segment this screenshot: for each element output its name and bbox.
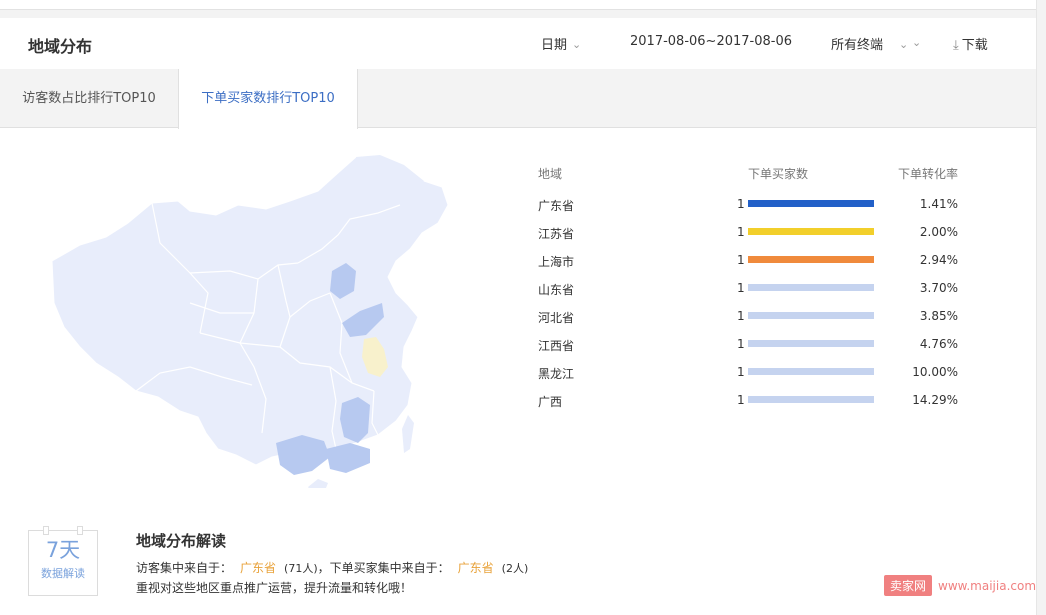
download-icon: ⤓ bbox=[953, 38, 959, 53]
tab-visitor-share-top10[interactable]: 访客数占比排行TOP10 bbox=[0, 69, 178, 128]
map-region-taiwan bbox=[402, 415, 414, 453]
row-bar bbox=[748, 312, 874, 319]
row-bar bbox=[748, 256, 874, 263]
row-bar bbox=[748, 284, 874, 291]
row-region-name: 江西省 bbox=[538, 339, 575, 353]
watermark-logo: 卖家网 bbox=[884, 575, 933, 596]
row-region-name: 江苏省 bbox=[538, 227, 575, 241]
page-title: 地域分布 bbox=[28, 37, 93, 56]
row-buyer-count: 1 bbox=[737, 309, 745, 323]
row-bar bbox=[748, 228, 874, 235]
download-button[interactable]: ⤓ 下载 bbox=[953, 34, 988, 53]
chevron-down-icon: ⌄ bbox=[572, 38, 582, 51]
chevron-down-icon[interactable]: ⌄ bbox=[912, 36, 921, 49]
row-buyer-count: 1 bbox=[737, 365, 745, 379]
row-region-name: 黑龙江 bbox=[538, 367, 575, 381]
row-buyer-count: 1 bbox=[737, 197, 745, 211]
watermark-url: www.maijia.com bbox=[938, 579, 1037, 593]
row-conversion-rate: 14.29% bbox=[912, 393, 958, 407]
badge-days: 7天 bbox=[45, 538, 81, 562]
map-region-hainan bbox=[308, 479, 328, 488]
seven-day-badge: 7天 数据解读 bbox=[28, 526, 98, 596]
row-bar bbox=[748, 340, 874, 347]
column-header-conversion-rate: 下单转化率 bbox=[898, 167, 959, 181]
table-row: 江苏省 1 2.00% bbox=[0, 225, 1036, 245]
insight-summary: 访客集中来自于： 广东省 (71人)，下单买家集中来自于： 广东省 (2人) bbox=[136, 559, 528, 576]
table-row: 上海市 1 2.94% bbox=[0, 253, 1036, 273]
table-row: 黑龙江 1 10.00% bbox=[0, 365, 1036, 385]
table-row: 广东省 1 1.41% bbox=[0, 197, 1036, 217]
row-bar bbox=[748, 200, 874, 207]
row-conversion-rate: 1.41% bbox=[919, 197, 958, 211]
panel-header: 地域分布 日期 ⌄ 2017-08-06~2017-08-06 所有终端 ⌄ ⌄ ⤓… bbox=[0, 18, 1036, 69]
column-header-region: 地域 bbox=[538, 167, 563, 181]
row-conversion-rate: 10.00% bbox=[912, 365, 958, 379]
row-conversion-rate: 3.85% bbox=[919, 309, 958, 323]
row-bar bbox=[748, 396, 874, 403]
row-conversion-rate: 2.00% bbox=[919, 225, 958, 239]
row-conversion-rate: 4.76% bbox=[919, 337, 958, 351]
row-conversion-rate: 2.94% bbox=[919, 253, 958, 267]
insight-title: 地域分布解读 bbox=[136, 532, 227, 550]
badge-caption: 数据解读 bbox=[41, 567, 85, 580]
tab-bar: 访客数占比排行TOP10 下单买家数排行TOP10 bbox=[0, 69, 1036, 129]
row-buyer-count: 1 bbox=[737, 253, 745, 267]
date-range: 2017-08-06~2017-08-06 bbox=[630, 34, 792, 49]
table-row: 山东省 1 3.70% bbox=[0, 281, 1036, 301]
badge-clip bbox=[43, 526, 49, 535]
download-label: 下载 bbox=[961, 38, 988, 53]
terminal-label: 所有终端 bbox=[831, 38, 884, 53]
table-row: 江西省 1 4.76% bbox=[0, 337, 1036, 357]
tab-buyer-count-top10[interactable]: 下单买家数排行TOP10 bbox=[178, 69, 358, 129]
row-bar bbox=[748, 368, 874, 375]
buyers-region: 广东省 bbox=[457, 561, 494, 575]
date-selector[interactable]: 日期 ⌄ bbox=[541, 34, 581, 53]
watermark: 卖家网 www.maijia.com bbox=[884, 575, 1036, 597]
right-gutter bbox=[1036, 0, 1046, 615]
map-region-guangxi bbox=[276, 435, 330, 475]
row-region-name: 广西 bbox=[538, 395, 563, 409]
row-region-name: 山东省 bbox=[538, 283, 575, 297]
row-buyer-count: 1 bbox=[737, 281, 745, 295]
buyers-prefix: ，下单买家集中来自于： bbox=[317, 561, 450, 575]
table-row: 河北省 1 3.85% bbox=[0, 309, 1036, 329]
row-region-name: 河北省 bbox=[538, 311, 575, 325]
row-region-name: 广东省 bbox=[538, 199, 575, 213]
buyers-count: (2人) bbox=[501, 562, 529, 575]
visitors-prefix: 访客集中来自于： bbox=[136, 561, 233, 575]
visitors-count: (71人) bbox=[284, 562, 318, 575]
column-header-buyers: 下单买家数 bbox=[748, 167, 809, 181]
region-panel: 地域分布 日期 ⌄ 2017-08-06~2017-08-06 所有终端 ⌄ ⌄ ⤓… bbox=[0, 18, 1036, 615]
row-conversion-rate: 3.70% bbox=[919, 281, 958, 295]
badge-clip bbox=[77, 526, 83, 535]
table-row: 广西 1 14.29% bbox=[0, 393, 1036, 413]
map-region-guangdong bbox=[326, 443, 370, 473]
row-buyer-count: 1 bbox=[737, 393, 745, 407]
top-strip bbox=[0, 0, 1036, 10]
insight-advice: 重视对这些地区重点推广运营，提升流量和转化哦！ bbox=[136, 581, 413, 595]
visitors-region: 广东省 bbox=[240, 561, 277, 575]
date-label: 日期 bbox=[541, 38, 568, 53]
terminal-selector[interactable]: 所有终端 ⌄ bbox=[831, 34, 908, 53]
row-buyer-count: 1 bbox=[737, 225, 745, 239]
chevron-down-icon: ⌄ bbox=[899, 38, 909, 51]
row-region-name: 上海市 bbox=[538, 255, 575, 269]
row-buyer-count: 1 bbox=[737, 337, 745, 351]
